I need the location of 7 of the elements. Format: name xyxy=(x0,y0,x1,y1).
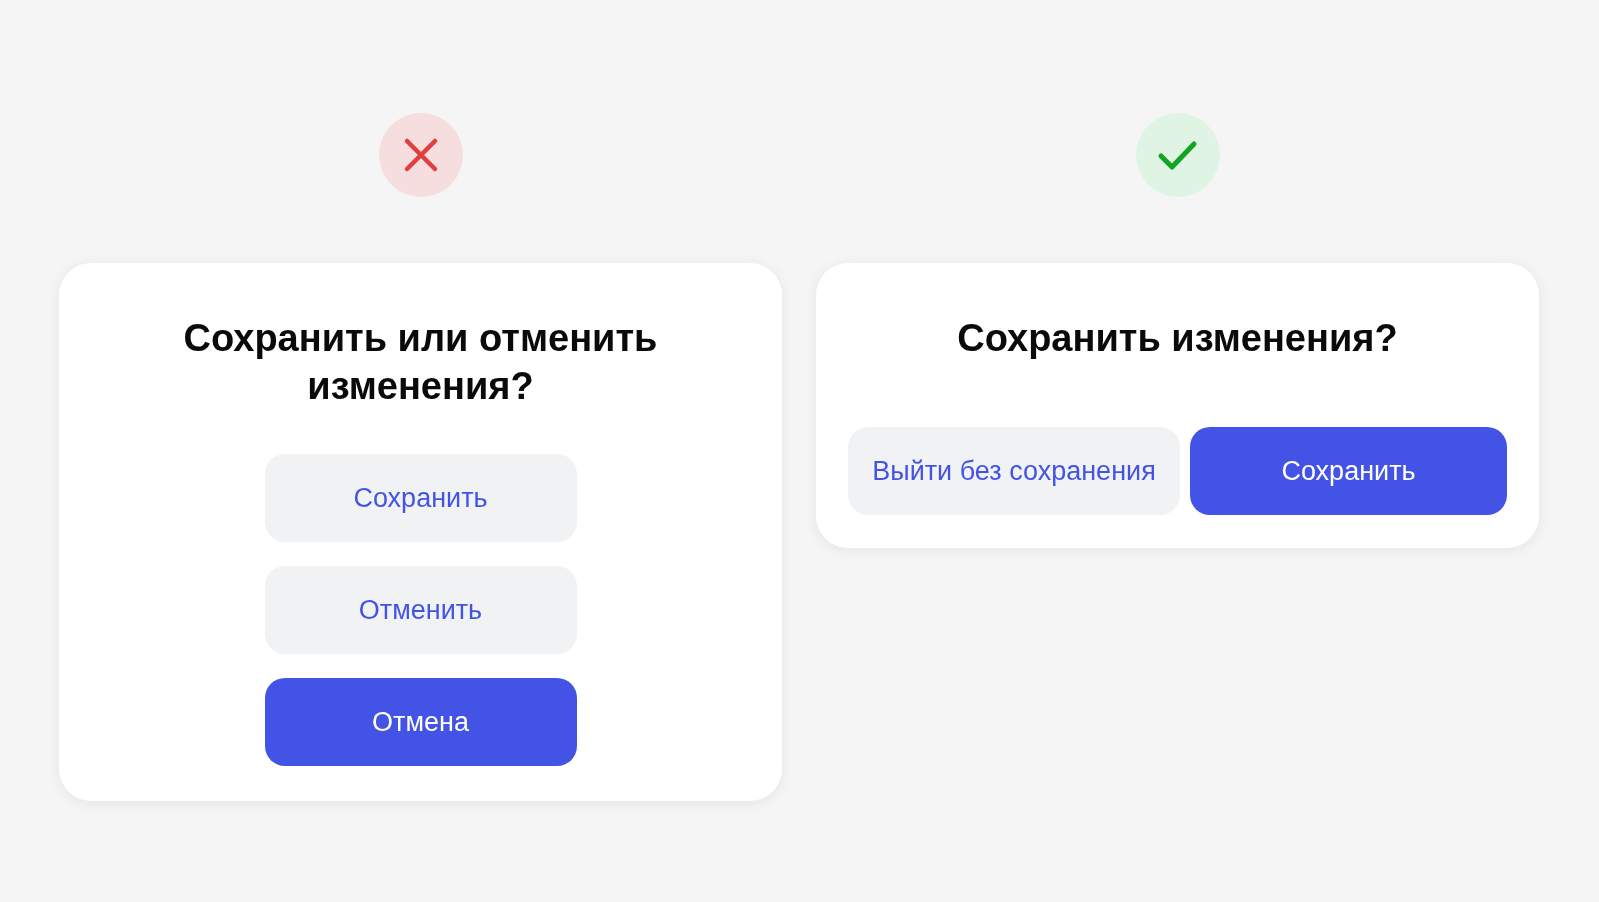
dialog-title: Сохранить или отменить изменения? xyxy=(182,316,659,409)
primary-button[interactable]: Сохранить xyxy=(1190,427,1507,515)
secondary-button[interactable]: Сохранить xyxy=(264,454,577,542)
secondary-button[interactable]: Выйти без сохранения xyxy=(848,427,1180,515)
primary-button[interactable]: Отмена xyxy=(264,678,577,766)
secondary-button[interactable]: Отменить xyxy=(264,566,577,654)
dialog-title: Сохранить изменения? xyxy=(957,316,1398,361)
